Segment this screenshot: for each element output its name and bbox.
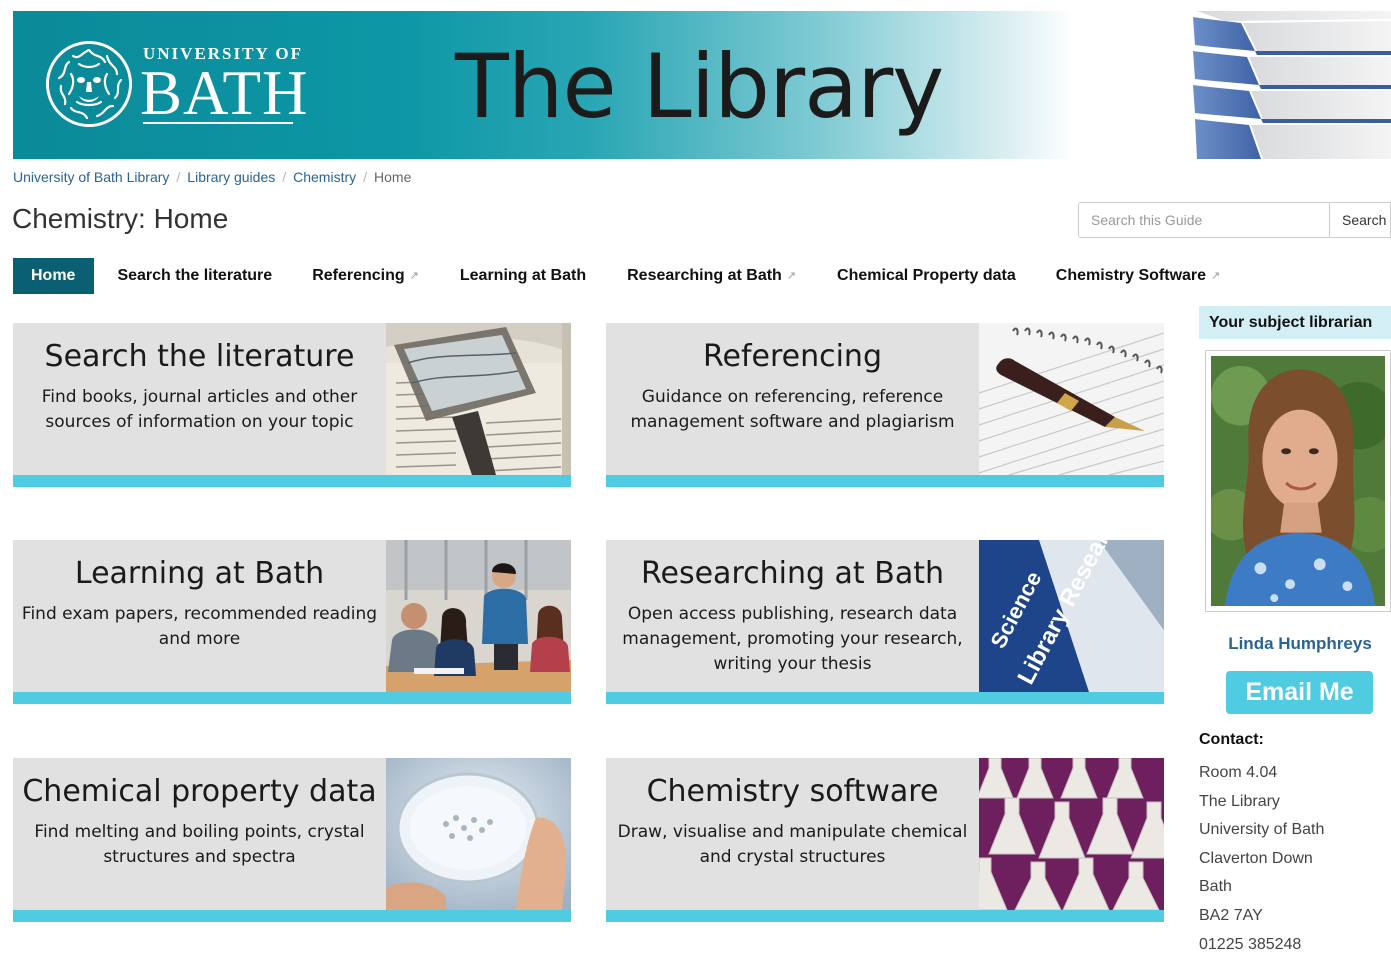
breadcrumb-separator: / [363, 169, 368, 185]
breadcrumb-separator: / [176, 169, 181, 185]
tile-chemistry-software[interactable]: Chemistry software Draw, visualise and m… [606, 758, 1164, 922]
breadcrumb-library-guides[interactable]: Library guides [187, 169, 275, 185]
pen-notebook-image [979, 323, 1164, 475]
external-link-icon: ↗ [409, 270, 419, 282]
tile-title: Researching at Bath [641, 556, 944, 591]
tab-label: Chemistry Software [1055, 267, 1207, 284]
petri-dish-image [386, 758, 571, 910]
contact-address: Room 4.04 The Library University of Bath… [1199, 759, 1324, 959]
tile-description: Find exam papers, recommended reading and… [21, 604, 378, 649]
breadcrumb-chemistry[interactable]: Chemistry [293, 169, 356, 185]
contact-line: Bath [1199, 878, 1232, 896]
breadcrumb-library[interactable]: University of Bath Library [13, 169, 169, 185]
external-link-icon: ↗ [1211, 270, 1221, 282]
tile-chemical-property-data[interactable]: Chemical property data Find melting and … [13, 758, 571, 922]
library-title: The Library [455, 35, 944, 138]
guide-nav-tabs: Home Search the literature Referencing ↗ … [13, 258, 1220, 294]
tile-text: Chemistry software Draw, visualise and m… [606, 758, 979, 910]
tile-accent-bar [606, 692, 1164, 704]
tab-chemistry-software[interactable]: Chemistry Software ↗ [1036, 258, 1220, 294]
search-input[interactable] [1078, 202, 1329, 238]
tile-text: Learning at Bath Find exam papers, recom… [13, 540, 386, 692]
university-seal-icon[interactable] [46, 41, 132, 127]
tile-accent-bar [13, 910, 571, 922]
contact-line: Room 4.04 [1199, 764, 1278, 781]
tile-title: Referencing [702, 339, 882, 374]
tile-description: Find books, journal articles and other so… [41, 387, 358, 432]
tile-accent-bar [606, 475, 1164, 487]
tile-learning-at-bath[interactable]: Learning at Bath Find exam papers, recom… [13, 540, 571, 704]
tile-description: Guidance on referencing, reference manage… [630, 387, 955, 432]
tab-researching-at-bath[interactable]: Researching at Bath ↗ [607, 258, 816, 294]
logo-underline [143, 122, 293, 124]
book-stack-image [1185, 11, 1391, 159]
contact-line: Claverton Down [1199, 849, 1313, 867]
subject-librarian-heading: Your subject librarian [1199, 306, 1391, 339]
page-title: Chemistry: Home [12, 203, 229, 234]
tile-referencing[interactable]: Referencing Guidance on referencing, ref… [606, 323, 1164, 487]
tile-title: Search the literature [44, 339, 355, 374]
tab-label: Researching at Bath [627, 267, 782, 284]
contact-line: BA2 7AY [1199, 906, 1263, 924]
contact-heading: Contact: [1199, 731, 1264, 748]
tab-label: Chemical Property data [837, 267, 1016, 284]
contact-phone: 01225 385248 [1199, 935, 1302, 953]
external-link-icon: ↗ [786, 270, 797, 282]
university-name-line2: BATH [140, 58, 309, 128]
flasks-image [979, 758, 1164, 910]
tile-title: Learning at Bath [74, 556, 325, 591]
tile-text: Search the literature Find books, journa… [13, 323, 386, 475]
breadcrumb: University of Bath Library / Library guide… [13, 169, 411, 186]
guide-search: Search [1078, 202, 1391, 238]
tile-search-the-literature[interactable]: Search the literature Find books, journa… [13, 323, 571, 487]
tab-label: Home [31, 267, 76, 284]
breadcrumb-current: Home [374, 169, 412, 185]
tile-description: Find melting and boiling points, crystal… [34, 822, 365, 867]
tile-title: Chemical property data [22, 774, 377, 809]
tile-text: Referencing Guidance on referencing, ref… [606, 323, 979, 475]
librarian-name-link[interactable]: Linda Humphreys [1210, 634, 1390, 654]
science-library-sign-image: Science Library Research S [979, 540, 1164, 692]
tab-referencing[interactable]: Referencing ↗ [292, 258, 439, 294]
tile-accent-bar [13, 692, 571, 704]
tile-text: Chemical property data Find melting and … [13, 758, 386, 910]
tab-label: Learning at Bath [459, 267, 587, 284]
tile-accent-bar [606, 910, 1164, 922]
breadcrumb-separator: / [282, 169, 287, 185]
tile-title: Chemistry software [646, 774, 939, 809]
email-me-button[interactable]: Email Me [1226, 671, 1373, 714]
tile-researching-at-bath[interactable]: Researching at Bath Open access publishi… [606, 540, 1164, 704]
tab-chemical-property-data[interactable]: Chemical Property data [816, 258, 1036, 294]
tile-text: Researching at Bath Open access publishi… [606, 540, 979, 692]
search-button[interactable]: Search [1329, 202, 1391, 238]
library-banner: UNIVERSITY OF BATH The Library [13, 11, 1391, 159]
contact-line: The Library [1199, 792, 1280, 810]
tile-description: Open access publishing, research data man… [622, 604, 963, 674]
tile-accent-bar [13, 475, 571, 487]
tab-label: Search the literature [117, 267, 273, 284]
tab-label: Referencing [312, 267, 405, 284]
librarian-photo [1205, 350, 1391, 612]
magnifying-glass-image [386, 323, 571, 475]
tab-home[interactable]: Home [13, 258, 95, 294]
contact-line: University of Bath [1199, 821, 1325, 839]
students-studying-image [386, 540, 571, 692]
tab-search-the-literature[interactable]: Search the literature [94, 258, 292, 294]
tab-learning-at-bath[interactable]: Learning at Bath [439, 258, 607, 294]
tile-description: Draw, visualise and manipulate chemical a… [617, 822, 968, 867]
